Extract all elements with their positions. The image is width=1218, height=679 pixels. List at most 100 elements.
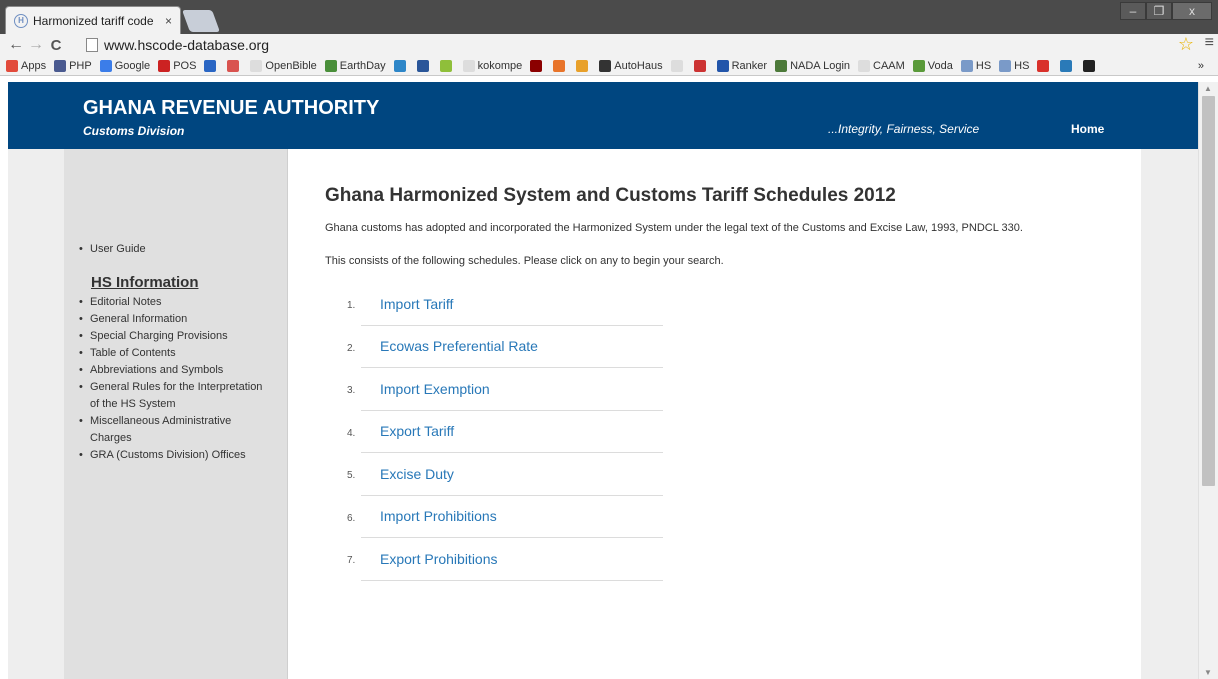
schedule-number: 4. <box>347 427 356 439</box>
bookmark-item[interactable] <box>530 59 545 72</box>
sidebar-top-list: User Guide <box>79 241 269 258</box>
forward-arrow-icon[interactable]: → <box>26 35 46 55</box>
url-text: www.hscode-database.org <box>104 37 269 53</box>
bookmark-item[interactable]: Voda <box>912 59 953 72</box>
bookmark-item[interactable] <box>1060 59 1075 72</box>
bookmark-label: HS <box>1014 59 1030 72</box>
bookmark-item[interactable] <box>227 59 242 72</box>
bookmark-item[interactable] <box>204 59 219 72</box>
page-title: Ghana Harmonized System and Customs Tari… <box>325 185 896 206</box>
page-icon <box>858 59 871 72</box>
back-arrow-icon[interactable]: ← <box>6 35 26 55</box>
bookmark-item[interactable]: Google <box>99 59 151 72</box>
bookmark-item[interactable] <box>1083 59 1098 72</box>
bookmarks-overflow-icon[interactable]: » <box>1198 60 1204 72</box>
bookmark-item[interactable]: CAAM <box>858 59 905 72</box>
reload-icon[interactable]: C <box>46 35 66 55</box>
sidebar-item-special-charging[interactable]: Special Charging Provisions <box>79 328 269 345</box>
bookmark-label: Google <box>114 59 151 72</box>
bookmark-item[interactable] <box>693 59 709 72</box>
scroll-up-arrow-icon[interactable]: ▲ <box>1204 84 1212 93</box>
sidebar-item-general-rules[interactable]: General Rules for the Interpretation of … <box>79 379 269 413</box>
schedule-link-ecowas-rate[interactable]: Ecowas Preferential Rate <box>380 338 538 354</box>
php-icon <box>54 59 67 72</box>
sidebar-item-table-of-contents[interactable]: Table of Contents <box>79 345 269 362</box>
main-content: Ghana Harmonized System and Customs Tari… <box>289 149 1141 679</box>
schedule-link-excise-duty[interactable]: Excise Duty <box>380 466 454 482</box>
bookmark-item[interactable]: Ranker <box>716 59 767 72</box>
bookmark-item[interactable] <box>439 59 455 72</box>
schedule-number: 1. <box>347 300 356 311</box>
home-link[interactable]: Home <box>1071 122 1104 136</box>
circle-blue-icon <box>393 59 406 72</box>
address-bar[interactable]: www.hscode-database.org <box>86 35 1176 55</box>
sidebar-item-misc-charges[interactable]: Miscellaneous Administrative Charges <box>79 413 269 447</box>
bookmark-item[interactable]: NADA Login <box>775 59 851 72</box>
dark-red-icon <box>530 59 543 72</box>
bookmark-star-icon[interactable]: ☆ <box>1178 34 1194 55</box>
schedule-item: 1. Import Tariff <box>347 283 663 326</box>
bookmark-item[interactable]: OpenBible <box>250 59 317 72</box>
schedule-item: 6. Import Prohibitions <box>347 496 663 538</box>
sidebar-item-user-guide[interactable]: User Guide <box>79 241 269 258</box>
browser-toolbar: ← → C www.hscode-database.org ☆ ≡ <box>0 34 1218 56</box>
checkmark-icon <box>204 59 217 72</box>
schedule-item: 5. Excise Duty <box>347 453 663 496</box>
bookmark-label: CAAM <box>873 59 905 72</box>
bookmark-item[interactable] <box>393 59 409 72</box>
sidebar-item-abbreviations[interactable]: Abbreviations and Symbols <box>79 362 269 379</box>
bookmark-item[interactable]: HS <box>960 59 992 72</box>
bookmark-item[interactable]: AutoHaus <box>599 59 663 72</box>
bookmark-item[interactable] <box>416 59 432 72</box>
bookmark-item[interactable]: HS <box>999 59 1030 72</box>
restore-button[interactable]: ❐ <box>1146 2 1172 20</box>
bookmark-item[interactable]: PHP <box>54 59 92 72</box>
bookmark-item[interactable]: POS <box>158 59 196 72</box>
bookmark-item[interactable] <box>553 59 568 72</box>
c-icon <box>1060 59 1073 72</box>
hs-icon <box>960 59 973 72</box>
sidebar-item-editorial-notes[interactable]: Editorial Notes <box>79 294 269 311</box>
new-tab-button[interactable] <box>181 10 221 32</box>
bookmark-item[interactable] <box>576 59 591 72</box>
scrollbar-thumb[interactable] <box>1202 96 1215 486</box>
bookmark-item[interactable] <box>670 59 686 72</box>
schedule-link-export-tariff[interactable]: Export Tariff <box>380 423 454 439</box>
schedule-number: 7. <box>347 555 356 566</box>
site-motto: ...Integrity, Fairness, Service <box>828 122 980 136</box>
bookmark-label: OpenBible <box>265 59 317 72</box>
hamburger-menu-icon[interactable]: ≡ <box>1205 34 1214 52</box>
browser-tab[interactable]: H Harmonized tariff code × <box>5 6 181 34</box>
schedule-link-import-prohibitions[interactable]: Import Prohibitions <box>380 508 497 524</box>
sidebar-item-gra-offices[interactable]: GRA (Customs Division) Offices <box>79 447 269 464</box>
bookmark-label: Apps <box>21 59 47 72</box>
schedule-link-import-tariff[interactable]: Import Tariff <box>380 296 453 312</box>
bookmark-label: NADA Login <box>790 59 851 72</box>
schedule-link-import-exemption[interactable]: Import Exemption <box>380 381 490 397</box>
minimize-button[interactable]: – <box>1120 2 1146 20</box>
vertical-scrollbar[interactable]: ▲ ▼ <box>1198 82 1218 679</box>
schedule-link-export-prohibitions[interactable]: Export Prohibitions <box>380 551 498 567</box>
page-icon <box>250 59 263 72</box>
google-icon <box>99 59 112 72</box>
sidebar-hs-list: Editorial Notes General Information Spec… <box>79 294 269 464</box>
android-icon <box>439 59 452 72</box>
tab-close-icon[interactable]: × <box>165 14 172 28</box>
sidebar-item-general-information[interactable]: General Information <box>79 311 269 328</box>
schedule-item: 3. Import Exemption <box>347 368 663 411</box>
schedule-list: 1. Import Tariff 2. Ecowas Preferential … <box>347 283 663 581</box>
bookmark-item[interactable]: kokompe <box>462 59 522 72</box>
autohaus-icon <box>599 59 612 72</box>
sidebar: User Guide HS Information Editorial Note… <box>64 149 288 679</box>
schedule-number: 6. <box>347 512 356 524</box>
bookmark-item[interactable]: EarthDay <box>324 59 386 72</box>
close-window-button[interactable]: x <box>1172 2 1212 20</box>
bookmark-item[interactable]: Apps <box>6 59 47 72</box>
br-icon <box>227 59 240 72</box>
bookmark-label: HS <box>975 59 992 72</box>
bookmark-item[interactable] <box>1037 59 1052 72</box>
apps-grid-icon <box>6 59 18 72</box>
m-icon <box>1083 59 1096 72</box>
page-icon <box>670 59 683 72</box>
scroll-down-arrow-icon[interactable]: ▼ <box>1204 668 1212 677</box>
